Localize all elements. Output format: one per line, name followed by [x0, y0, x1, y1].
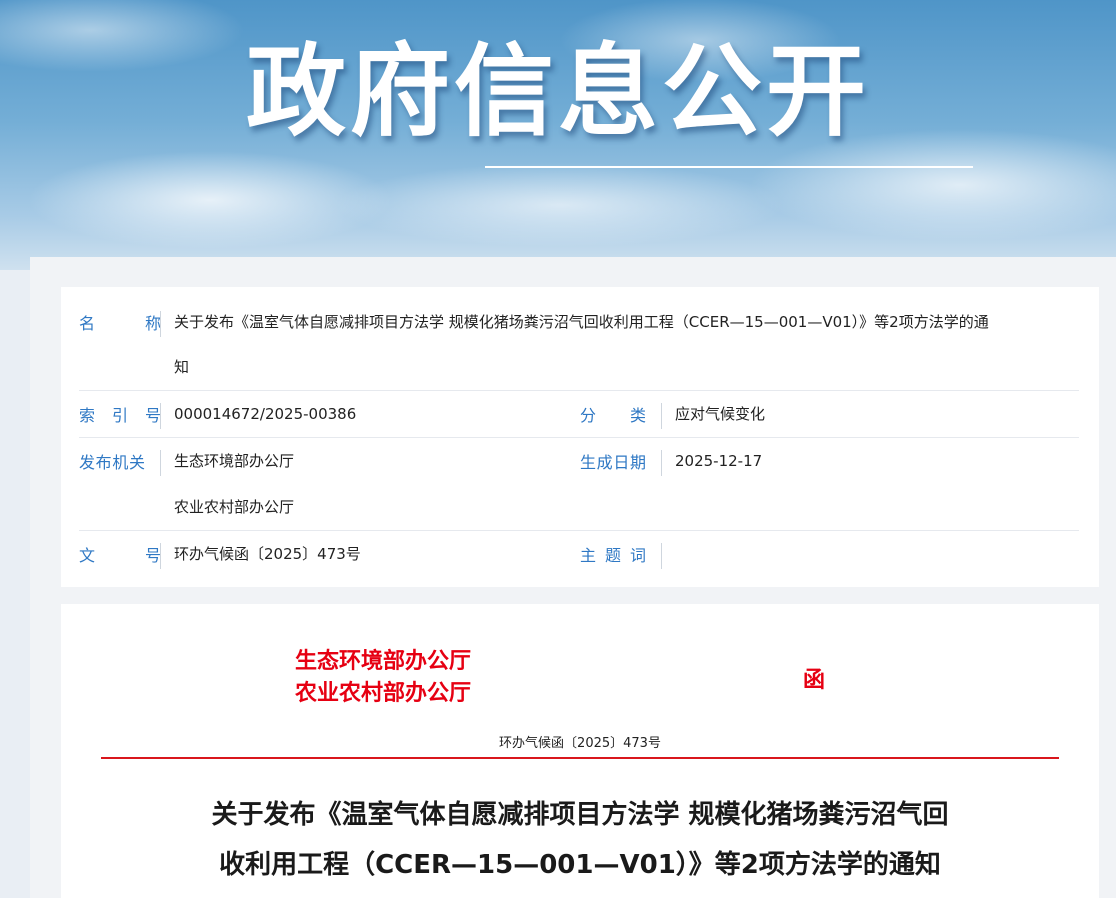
divider [160, 311, 161, 337]
issuer-line-1: 生态环境部办公厅 [295, 649, 472, 674]
document-body: 生态环境部办公厅 农业农村部办公厅 函 环办气候函〔2025〕473号 关于发布… [61, 604, 1099, 898]
category-label: 分 类 [580, 406, 646, 425]
divider [160, 543, 161, 569]
index-label: 索引号 [79, 406, 161, 425]
issuer-value-1: 生态环境部办公厅 [174, 452, 295, 470]
issuer-line-2: 农业农村部办公厅 [295, 681, 472, 706]
divider [661, 543, 662, 569]
metadata-table: 名 称 关于发布《温室气体自愿减排项目方法学 规模化猪场粪污沼气回收利用工程（C… [61, 287, 1099, 587]
date-label: 生成日期 [580, 453, 646, 472]
document-title-line1: 关于发布《温室气体自愿减排项目方法学 规模化猪场粪污沼气回 [211, 800, 949, 830]
date-value: 2025-12-17 [675, 452, 763, 470]
divider [160, 403, 161, 429]
divider [661, 403, 662, 429]
category-value: 应对气候变化 [675, 405, 766, 423]
docno-label: 文 号 [79, 546, 161, 565]
banner-underline [485, 166, 973, 168]
subject-label: 主题词 [580, 546, 646, 565]
divider [661, 450, 662, 476]
document-title-line2: 收利用工程（CCER—15—001—V01）》等2项方法学的通知 [219, 850, 941, 880]
meta-row-name: 名 称 关于发布《温室气体自愿减排项目方法学 规模化猪场粪污沼气回收利用工程（C… [79, 305, 1079, 391]
index-value: 000014672/2025-00386 [174, 405, 357, 423]
divider [160, 450, 161, 476]
red-divider [101, 757, 1059, 759]
meta-row-docno: 文 号 环办气候函〔2025〕473号 主题词 [79, 530, 1079, 577]
document-type: 函 [803, 668, 826, 693]
issuer-value-2: 农业农村部办公厅 [174, 498, 295, 516]
header-banner: 政府信息公开 [0, 0, 1116, 270]
document-issuers: 生态环境部办公厅 农业农村部办公厅 [295, 646, 471, 710]
name-value-line1: 关于发布《温室气体自愿减排项目方法学 规模化猪场粪污沼气回收利用工程（CCER—… [174, 313, 989, 331]
docno-value: 环办气候函〔2025〕473号 [174, 545, 361, 563]
banner-title: 政府信息公开 [246, 33, 870, 150]
document-title: 关于发布《温室气体自愿减排项目方法学 规模化猪场粪污沼气回 收利用工程（CCER… [121, 790, 1039, 890]
issuer-label: 发布机关 [79, 453, 145, 472]
meta-row-index: 索引号 000014672/2025-00386 分 类 应对气候变化 [79, 390, 1079, 438]
meta-row-issuer: 发布机关 生态环境部办公厅 农业农村部办公厅 生成日期 2025-12-17 [79, 437, 1079, 531]
name-value-line2: 知 [174, 358, 190, 376]
name-label: 名 称 [79, 314, 161, 333]
document-number: 环办气候函〔2025〕473号 [499, 736, 661, 751]
